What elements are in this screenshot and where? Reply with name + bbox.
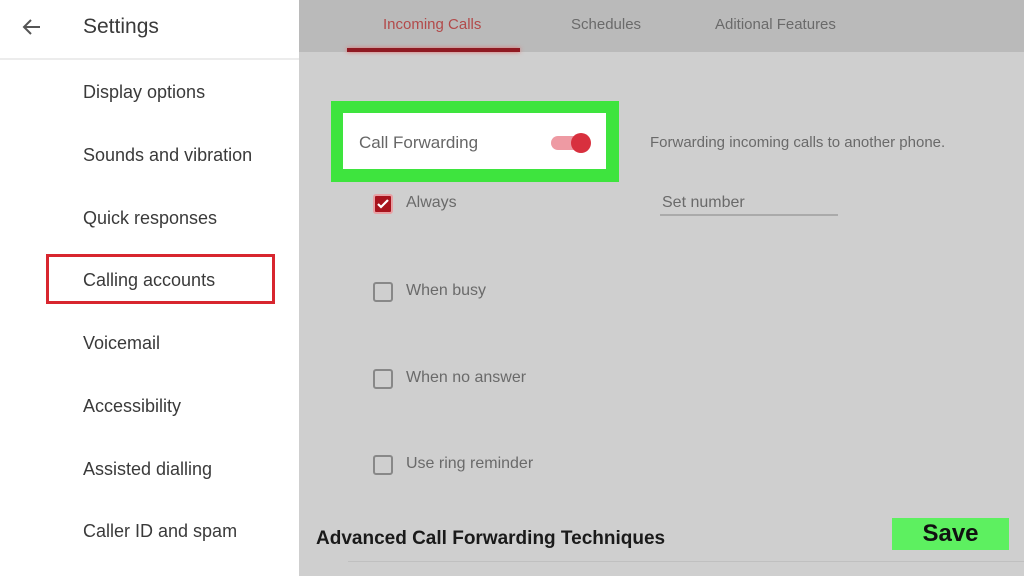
when-no-answer-checkbox[interactable] — [373, 369, 393, 389]
call-forwarding-label: Call Forwarding — [359, 133, 479, 152]
arrow-left-icon[interactable] — [20, 15, 44, 39]
tab-schedules[interactable]: Schedules — [571, 16, 641, 33]
call-forwarding-row: Call Forwarding — [343, 113, 606, 169]
option-label: Always — [406, 194, 457, 211]
option-label: When no answer — [406, 369, 527, 386]
settings-sidebar: Settings Display options Sounds and vibr… — [0, 0, 299, 576]
divider — [348, 561, 1024, 562]
sidebar-item-voicemail[interactable]: Voicemail — [83, 333, 160, 354]
option-label: Use ring reminder — [406, 455, 534, 472]
sidebar-item-display-options[interactable]: Display options — [83, 82, 205, 103]
option-label: When busy — [406, 282, 487, 299]
sidebar-item-calling-accounts[interactable]: Calling accounts — [83, 270, 215, 291]
sidebar-item-sounds-and-vibration[interactable]: Sounds and vibration — [83, 145, 252, 166]
use-ring-reminder-checkbox[interactable] — [373, 455, 393, 475]
sidebar-item-accessibility[interactable]: Accessibility — [83, 396, 181, 417]
page-title: Settings — [83, 15, 159, 38]
save-button[interactable]: Save — [892, 518, 1009, 550]
active-tab-indicator — [347, 48, 520, 52]
tab-incoming-calls[interactable]: Incoming Calls — [383, 16, 481, 33]
sidebar-item-caller-id-and-spam[interactable]: Caller ID and spam — [83, 521, 237, 542]
sidebar-item-quick-responses[interactable]: Quick responses — [83, 208, 217, 229]
set-number-input[interactable] — [660, 192, 838, 216]
checkmark-icon — [377, 199, 389, 209]
toggle-thumb — [571, 133, 591, 153]
sidebar-header: Settings — [0, 0, 299, 60]
tab-additional-features[interactable]: Aditional Features — [715, 16, 836, 33]
sidebar-item-assisted-dialling[interactable]: Assisted dialling — [83, 459, 212, 480]
always-checkbox[interactable] — [373, 194, 393, 214]
caption-title: Advanced Call Forwarding Techniques — [316, 528, 666, 549]
when-busy-checkbox[interactable] — [373, 282, 393, 302]
tab-bar: Incoming Calls Schedules Aditional Featu… — [299, 0, 1024, 52]
call-forwarding-description: Forwarding incoming calls to another pho… — [650, 134, 946, 151]
call-forwarding-toggle[interactable] — [551, 133, 591, 153]
